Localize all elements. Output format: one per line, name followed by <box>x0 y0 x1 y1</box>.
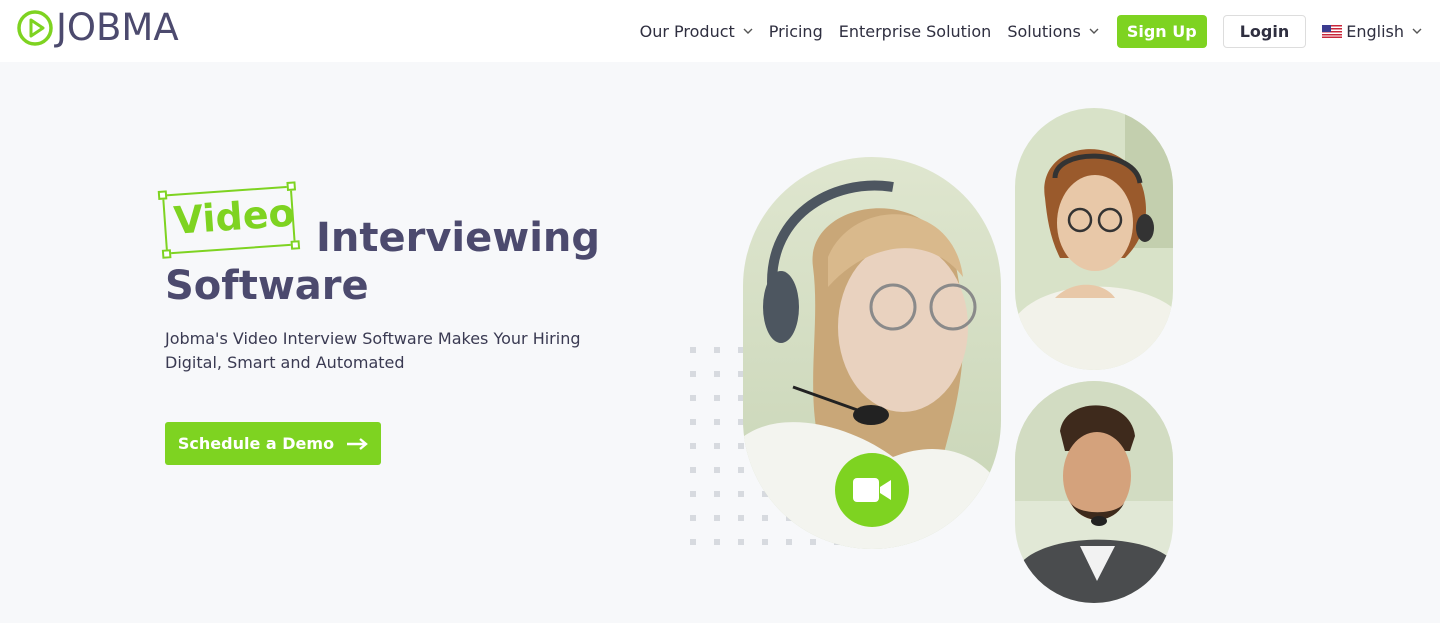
grid-dot <box>714 515 720 521</box>
video-call-badge <box>835 453 909 527</box>
language-selector[interactable]: English <box>1322 22 1422 41</box>
nav-enterprise-label: Enterprise Solution <box>838 21 992 41</box>
video-camera-icon <box>853 478 891 502</box>
schedule-demo-label: Schedule a Demo <box>177 434 335 453</box>
chevron-down-icon <box>1089 28 1099 34</box>
nav-enterprise-solution[interactable]: Enterprise Solution <box>839 22 992 41</box>
grid-dot <box>714 395 720 401</box>
grid-dot <box>714 419 720 425</box>
frame-handle <box>161 249 172 259</box>
grid-dot <box>714 467 720 473</box>
grid-dot <box>810 539 816 545</box>
grid-dot <box>738 515 744 521</box>
frame-handle <box>290 240 301 250</box>
hero-highlight-word: Video <box>172 190 296 243</box>
grid-dot <box>714 347 720 353</box>
grid-dot <box>690 467 696 473</box>
logo-text: JOBMA <box>56 6 179 49</box>
arrow-right-icon <box>347 437 368 450</box>
hero-subtitle: Jobma's Video Interview Software Makes Y… <box>165 329 581 372</box>
grid-dot <box>714 491 720 497</box>
frame-handle <box>157 190 168 200</box>
grid-dot <box>714 443 720 449</box>
nav-pricing-label: Pricing <box>768 21 823 41</box>
site-header: JOBMA Our Product Pricing Enterprise Sol… <box>0 0 1440 62</box>
grid-dot <box>762 539 768 545</box>
grid-dot <box>738 443 744 449</box>
grid-dot <box>690 539 696 545</box>
play-circle-logo-icon <box>17 10 53 46</box>
man-with-headset-photo <box>1015 381 1173 603</box>
nav-solutions-label: Solutions <box>1007 21 1081 41</box>
grid-dot <box>738 491 744 497</box>
jobma-logo[interactable]: JOBMA <box>16 8 179 48</box>
chevron-down-icon <box>743 28 753 34</box>
hero-title-rest: Interviewing <box>316 215 601 261</box>
grid-dot <box>738 539 744 545</box>
nav-solutions[interactable]: Solutions <box>1007 22 1099 41</box>
nav-our-product[interactable]: Our Product <box>640 22 753 41</box>
schedule-demo-button[interactable]: Schedule a Demo <box>165 422 381 465</box>
grid-dot <box>714 539 720 545</box>
grid-dot <box>738 467 744 473</box>
grid-dot <box>714 371 720 377</box>
grid-dot <box>690 443 696 449</box>
grid-dot <box>690 491 696 497</box>
grid-dot <box>690 395 696 401</box>
main-nav: Our Product Pricing Enterprise Solution … <box>640 0 1440 62</box>
signup-button[interactable]: Sign Up <box>1116 14 1207 48</box>
video-highlight-box: Video <box>157 181 303 261</box>
chevron-down-icon <box>1412 28 1422 34</box>
grid-dot <box>690 347 696 353</box>
nav-pricing[interactable]: Pricing <box>769 22 823 41</box>
grid-dot <box>690 419 696 425</box>
nav-our-product-label: Our Product <box>639 21 735 41</box>
grid-dot <box>690 515 696 521</box>
login-button[interactable]: Login <box>1222 14 1307 48</box>
us-flag-icon <box>1322 24 1343 38</box>
language-label: English <box>1346 21 1404 41</box>
hero-title-line2: Software <box>165 263 369 309</box>
smiling-woman-headset-photo <box>1015 108 1173 370</box>
grid-dot <box>762 515 768 521</box>
grid-dot <box>690 371 696 377</box>
grid-dot <box>786 539 792 545</box>
